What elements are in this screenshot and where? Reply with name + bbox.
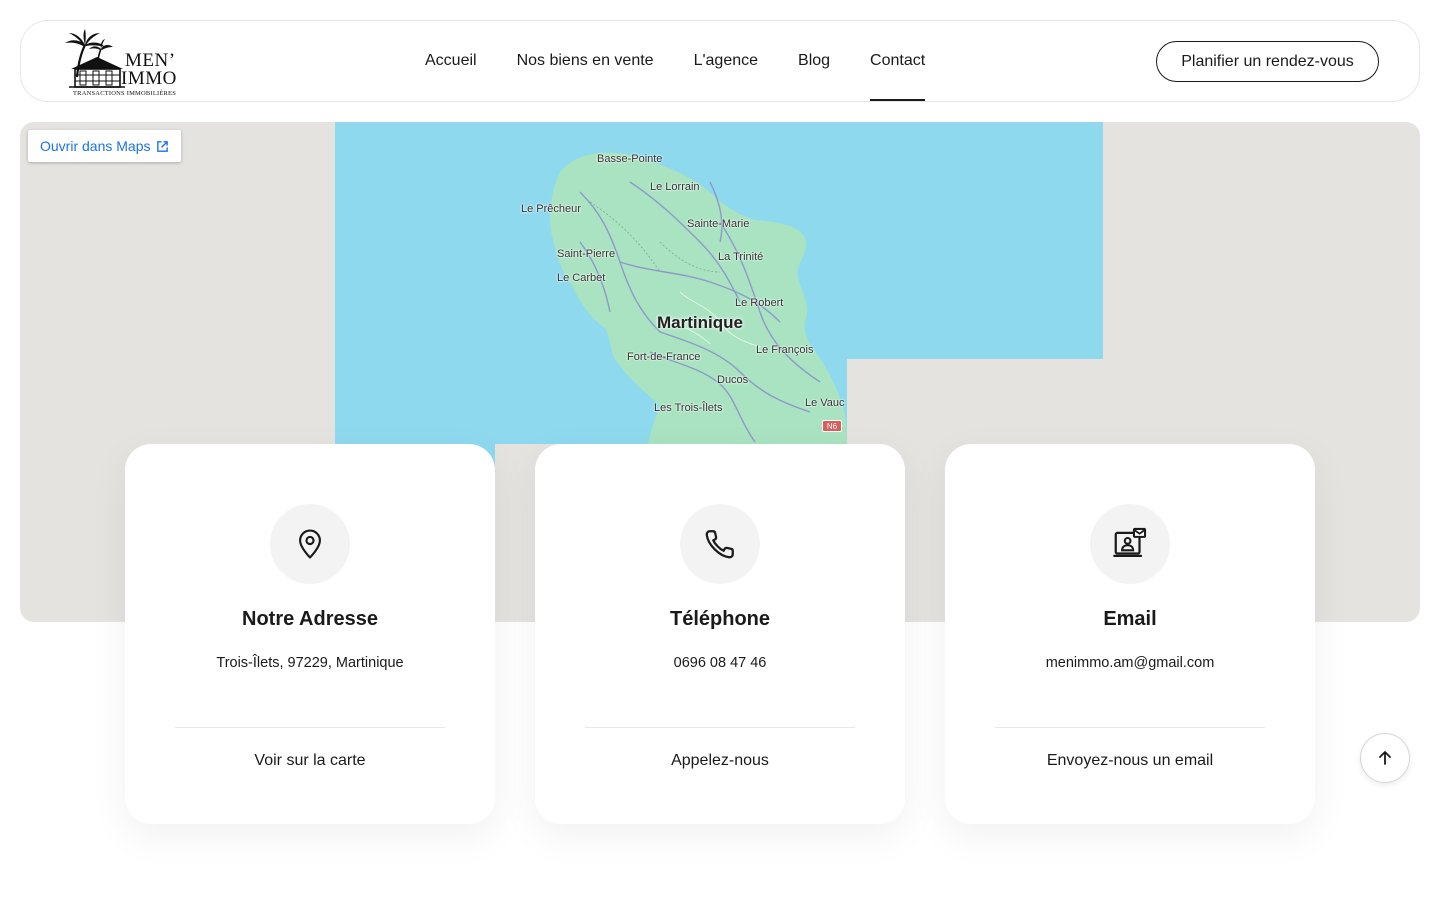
icon-circle <box>1090 504 1170 584</box>
card-title: Notre Adresse <box>242 608 378 630</box>
map-city-label: Le Robert <box>735 297 784 309</box>
card-divider <box>995 727 1265 728</box>
map-city-label: Le Carbet <box>557 272 606 284</box>
map-city-label: La Trinité <box>718 251 764 263</box>
card-value: menimmo.am@gmail.com <box>1045 655 1215 671</box>
road-shield: N6 <box>822 420 842 432</box>
nav-agence[interactable]: L'agence <box>694 21 758 101</box>
call-us-link[interactable]: Appelez-nous <box>535 752 905 770</box>
map-city-label: Les Trois-Îlets <box>654 402 723 414</box>
location-pin-icon <box>299 529 321 559</box>
icon-circle <box>270 504 350 584</box>
map-city-label: Saint-Pierre <box>557 248 616 260</box>
arrow-up-icon <box>1379 751 1391 765</box>
card-divider <box>175 727 445 728</box>
email-icon <box>1113 527 1147 557</box>
open-in-maps-link[interactable]: Ouvrir dans Maps <box>28 130 182 162</box>
icon-circle <box>680 504 760 584</box>
phone-icon <box>705 530 734 559</box>
map-city-label: Fort-de-France <box>627 351 701 363</box>
email-us-link[interactable]: Envoyez-nous un email <box>945 752 1315 770</box>
card-title: Téléphone <box>669 608 770 630</box>
card-title: Email <box>1103 608 1157 630</box>
map-city-label: Basse-Pointe <box>597 153 663 165</box>
external-link-icon <box>157 140 169 152</box>
nav-contact[interactable]: Contact <box>870 21 926 101</box>
nav-accueil[interactable]: Accueil <box>425 21 477 101</box>
view-on-map-link[interactable]: Voir sur la carte <box>125 752 495 770</box>
logo[interactable]: MEN’ IMMO TRANSACTIONS IMMOBILIÈRES <box>63 29 187 97</box>
site-header: MEN’ IMMO TRANSACTIONS IMMOBILIÈRES Accu… <box>20 20 1420 102</box>
logo-brand-line2: IMMO <box>121 68 177 89</box>
nav-blog[interactable]: Blog <box>798 21 830 101</box>
map-city-label: Le François <box>756 344 814 356</box>
card-divider <box>585 727 855 728</box>
open-in-maps-label: Ouvrir dans Maps <box>40 138 151 154</box>
map-city-label: Le Prêcheur <box>521 203 581 215</box>
schedule-appointment-button[interactable]: Planifier un rendez-vous <box>1156 41 1379 82</box>
card-value: 0696 08 47 46 <box>673 655 767 671</box>
main-nav: Accueil Nos biens en vente L'agence Blog… <box>425 21 926 101</box>
card-value: Trois-Îlets, 97229, Martinique <box>216 655 404 671</box>
logo-tagline: TRANSACTIONS IMMOBILIÈRES <box>73 90 177 97</box>
map-city-label: Le Vauc <box>805 397 845 409</box>
nav-nos-biens[interactable]: Nos biens en vente <box>517 21 654 101</box>
phone-card: Téléphone 0696 08 47 46 Appelez-nous <box>535 444 905 824</box>
email-card: Email menimmo.am@gmail.com Envoyez-nous … <box>945 444 1315 824</box>
address-card: Notre Adresse Trois-Îlets, 97229, Martin… <box>125 444 495 824</box>
map-city-label: Le Lorrain <box>650 181 700 193</box>
map-region-label: Martinique <box>657 313 743 332</box>
map-city-label: Ducos <box>717 374 749 386</box>
map-city-label: Sainte-Marie <box>687 218 750 230</box>
scroll-to-top-button[interactable] <box>1360 733 1410 783</box>
